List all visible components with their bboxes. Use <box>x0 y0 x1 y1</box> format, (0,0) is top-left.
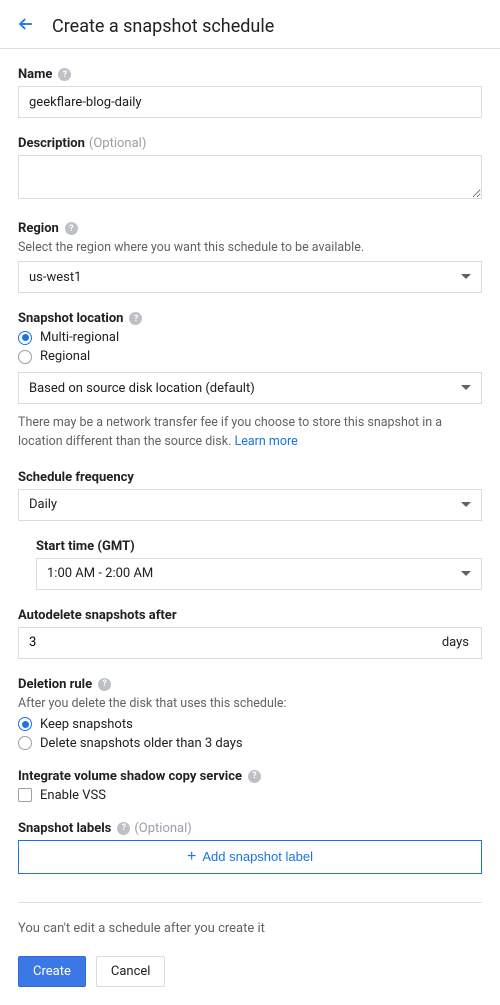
vss-checkbox-row[interactable]: Enable VSS <box>18 788 482 803</box>
form-content: Name ? Description (Optional) Region ? S… <box>0 49 500 1005</box>
location-select[interactable]: Based on source disk location (default) <box>18 372 482 404</box>
plus-icon: + <box>187 849 196 865</box>
region-select-value: us-west1 <box>29 270 81 285</box>
region-label: Region <box>18 221 59 236</box>
optional-text: (Optional) <box>134 821 191 836</box>
caret-down-icon <box>461 571 471 577</box>
optional-text: (Optional) <box>89 136 146 151</box>
description-field-group: Description (Optional) <box>18 136 482 203</box>
start-time-group: Start time (GMT) 1:00 AM - 2:00 AM <box>36 539 482 590</box>
start-time-label: Start time (GMT) <box>36 539 135 554</box>
caret-down-icon <box>461 274 471 280</box>
help-icon[interactable]: ? <box>98 678 111 691</box>
snapshot-labels-label: Snapshot labels <box>18 821 111 836</box>
help-icon[interactable]: ? <box>65 222 78 235</box>
radio-icon <box>18 350 32 364</box>
radio-delete-older[interactable]: Delete snapshots older than 3 days <box>18 736 482 751</box>
autodelete-label: Autodelete snapshots after <box>18 608 177 623</box>
name-label: Name <box>18 67 52 82</box>
vss-checkbox-label: Enable VSS <box>40 788 106 803</box>
checkbox-icon <box>18 788 32 802</box>
start-time-select[interactable]: 1:00 AM - 2:00 AM <box>36 558 482 590</box>
snapshot-location-group: Snapshot location ? Multi-regional Regio… <box>18 311 482 404</box>
help-icon[interactable]: ? <box>117 822 130 835</box>
schedule-frequency-group: Schedule frequency Daily <box>18 470 482 521</box>
help-icon[interactable]: ? <box>129 312 142 325</box>
region-hint: Select the region where you want this sc… <box>18 240 482 255</box>
schedule-frequency-label: Schedule frequency <box>18 470 134 485</box>
add-label-text: Add snapshot label <box>202 849 313 864</box>
help-icon[interactable]: ? <box>58 68 71 81</box>
page-header: Create a snapshot schedule <box>0 0 500 49</box>
autodelete-input[interactable] <box>19 628 442 657</box>
help-icon[interactable]: ? <box>248 770 261 783</box>
radio-regional[interactable]: Regional <box>18 349 482 364</box>
cancel-button[interactable]: Cancel <box>96 956 166 987</box>
radio-keep-snapshots[interactable]: Keep snapshots <box>18 717 482 732</box>
description-textarea[interactable] <box>18 155 482 199</box>
radio-label-delete-older: Delete snapshots older than 3 days <box>40 736 243 751</box>
autodelete-unit: days <box>442 635 481 650</box>
button-row: Create Cancel <box>18 956 482 1005</box>
region-select[interactable]: us-west1 <box>18 261 482 293</box>
autodelete-group: Autodelete snapshots after days <box>18 608 482 659</box>
snapshot-location-label: Snapshot location <box>18 311 123 326</box>
deletion-rule-hint: After you delete the disk that uses this… <box>18 696 482 711</box>
description-label: Description <box>18 136 85 151</box>
radio-label-regional: Regional <box>40 349 90 364</box>
name-field-group: Name ? <box>18 67 482 118</box>
page-title: Create a snapshot schedule <box>52 16 274 37</box>
radio-label-multi: Multi-regional <box>40 330 119 345</box>
deletion-rule-label: Deletion rule <box>18 677 92 692</box>
radio-icon <box>18 736 32 750</box>
transfer-fee-hint: There may be a network transfer fee if y… <box>18 414 482 452</box>
learn-more-link[interactable]: Learn more <box>235 434 298 449</box>
region-field-group: Region ? Select the region where you wan… <box>18 221 482 293</box>
radio-icon <box>18 717 32 731</box>
caret-down-icon <box>461 502 471 508</box>
schedule-frequency-value: Daily <box>29 497 57 512</box>
radio-label-keep: Keep snapshots <box>40 717 133 732</box>
start-time-value: 1:00 AM - 2:00 AM <box>47 566 153 581</box>
schedule-frequency-select[interactable]: Daily <box>18 489 482 521</box>
snapshot-labels-group: Snapshot labels ? (Optional) + Add snaps… <box>18 821 482 874</box>
vss-group: Integrate volume shadow copy service ? E… <box>18 769 482 803</box>
location-select-value: Based on source disk location (default) <box>29 381 255 396</box>
back-arrow-icon[interactable] <box>16 14 36 38</box>
vss-label: Integrate volume shadow copy service <box>18 769 242 784</box>
create-button[interactable]: Create <box>18 956 86 987</box>
deletion-rule-group: Deletion rule ? After you delete the dis… <box>18 677 482 751</box>
autodelete-input-row: days <box>18 627 482 659</box>
add-snapshot-label-button[interactable]: + Add snapshot label <box>18 840 482 874</box>
radio-multi-regional[interactable]: Multi-regional <box>18 330 482 345</box>
caret-down-icon <box>461 385 471 391</box>
name-input[interactable] <box>18 86 482 118</box>
radio-icon <box>18 331 32 345</box>
divider <box>18 902 482 903</box>
